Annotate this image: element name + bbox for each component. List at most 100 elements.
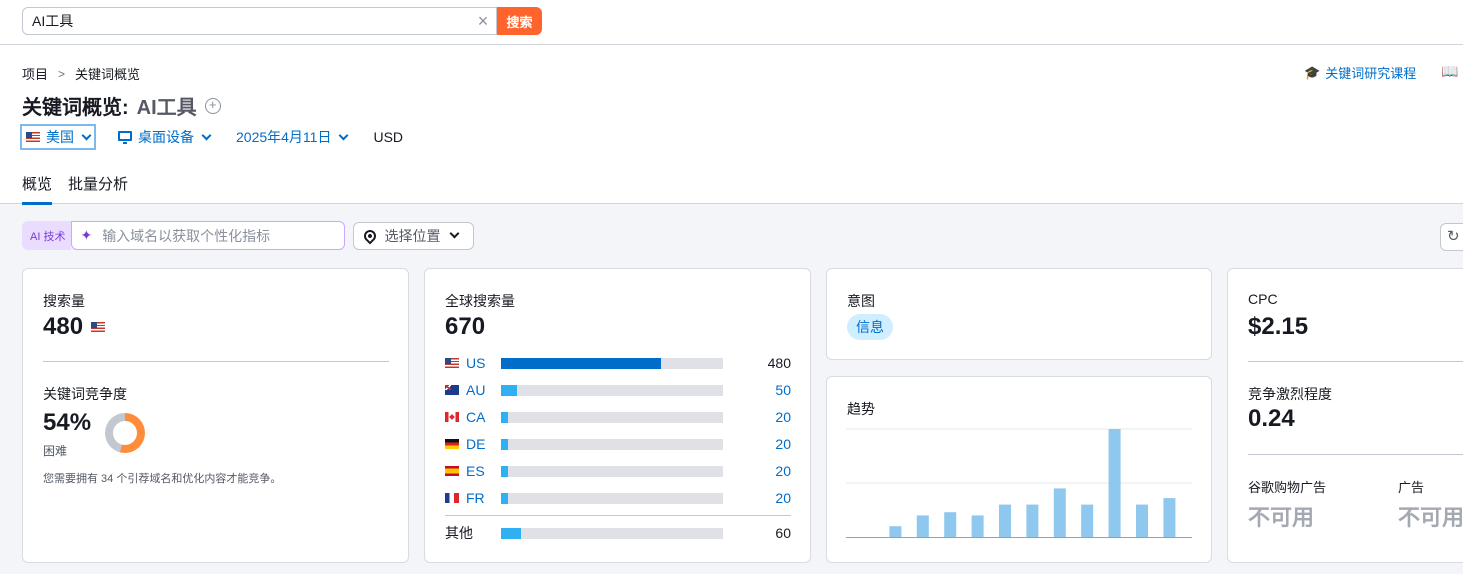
shopping-ads-label: 谷歌购物广告 [1248, 480, 1327, 495]
trend-bar[interactable] [999, 504, 1011, 537]
global-volume-card: 全球搜索量 670 US 480 AU 50 CA 20 DE 20 ES 20 FR 20 其他 6… [424, 268, 811, 563]
refresh-button[interactable]: ↻ [1440, 223, 1463, 251]
search-input[interactable]: AI工具 × [22, 7, 497, 35]
country-row-ca[interactable]: CA 20 [445, 408, 791, 426]
global-volume-label: 全球搜索量 [445, 293, 515, 309]
search-button[interactable]: 搜索 [497, 7, 542, 35]
intent-card: 意图 信息 [826, 268, 1212, 360]
country-row-de[interactable]: DE 20 [445, 435, 791, 453]
trend-bar[interactable] [944, 512, 957, 537]
country-bar-fill [501, 465, 508, 477]
country-bar-track [501, 465, 723, 477]
page-title-prefix: 关键词概览: [22, 97, 129, 119]
other-label: 其他 [445, 525, 473, 541]
competition-value: 0.24 [1248, 405, 1295, 432]
device-select[interactable]: 桌面设备 [118, 127, 212, 147]
trend-bar[interactable] [1108, 429, 1121, 537]
ai-domain-row: AI 技术 ✦ 输入域名以获取个性化指标 选择位置 [22, 221, 475, 250]
de-flag-icon [445, 439, 459, 449]
country-volume[interactable]: 20 [723, 436, 791, 452]
tab-bulk-analysis[interactable]: 批量分析 [68, 173, 128, 205]
country-bar-track [501, 527, 723, 539]
trend-bar[interactable] [916, 515, 929, 537]
country-code[interactable]: ES [466, 463, 501, 479]
other-value: 60 [775, 525, 791, 541]
tab-overview[interactable]: 概览 [22, 173, 53, 205]
country-volume[interactable]: 20 [723, 463, 791, 479]
country-bar-fill [501, 384, 517, 396]
book-icon[interactable]: 📖 [1441, 63, 1458, 80]
sparkle-icon: ✦ [80, 227, 93, 243]
country-bar-track [501, 411, 723, 423]
filter-bar: 美国 桌面设备 2025年4月11日 USD [20, 124, 403, 150]
country-bar-track [501, 357, 723, 369]
country-volume[interactable]: 20 [723, 490, 791, 506]
date-select[interactable]: 2025年4月11日 [236, 127, 349, 147]
country-code[interactable]: US [466, 355, 501, 371]
cpc-card: CPC $2.15 竞争激烈程度 0.24 谷歌购物广告 不可用 广告 不可用 [1227, 268, 1463, 563]
search-input-value[interactable]: AI工具 [23, 11, 470, 31]
country-code[interactable]: AU [466, 382, 501, 398]
add-circle-icon[interactable]: + [204, 97, 221, 114]
trend-bar[interactable] [971, 515, 984, 537]
divider [445, 515, 791, 516]
date-select-value: 2025年4月11日 [236, 129, 332, 145]
page-title: 关键词概览: AI工具 + [22, 91, 221, 120]
country-row-fr[interactable]: FR 20 [445, 489, 791, 507]
country-row-us[interactable]: US 480 [445, 354, 791, 372]
country-row-other: 其他 60 [445, 524, 791, 542]
trend-bar[interactable] [1053, 488, 1066, 537]
device-select-value: 桌面设备 [138, 129, 194, 145]
kd-value: 54% [43, 409, 92, 436]
search-volume-card: 搜索量 480 关键词竞争度 54% 困难 您需要拥有 34 个引荐域名和优化内… [22, 268, 409, 563]
trend-bar[interactable] [1136, 504, 1148, 537]
clear-icon[interactable]: × [470, 8, 496, 34]
country-code[interactable]: FR [466, 490, 501, 506]
country-row-es[interactable]: ES 20 [445, 462, 791, 480]
country-volume[interactable]: 50 [723, 382, 791, 398]
kd-label: 关键词竞争度 [43, 386, 127, 402]
chevron-down-icon [339, 130, 349, 140]
divider [1248, 361, 1463, 362]
us-flag-icon [26, 132, 40, 142]
country-select[interactable]: 美国 [20, 124, 96, 150]
trend-bar-chart [846, 428, 1192, 538]
trend-bar[interactable] [1163, 498, 1176, 537]
trend-bar[interactable] [1026, 504, 1039, 537]
page-title-keyword: AI工具 [136, 97, 197, 119]
breadcrumb: 项目 > 关键词概览 [22, 64, 140, 83]
country-select-value: 美国 [46, 129, 74, 145]
kd-note: 您需要拥有 34 个引荐域名和优化内容才能竞争。 [43, 473, 282, 485]
chevron-right-icon: > [58, 66, 66, 81]
cpc-label: CPC [1248, 291, 1278, 307]
country-code[interactable]: CA [466, 409, 501, 425]
breadcrumb-root[interactable]: 项目 [22, 64, 48, 83]
breadcrumb-current: 关键词概览 [75, 67, 141, 82]
kd-donut-chart [105, 413, 145, 453]
top-search-bar: AI工具 × 搜索 [0, 0, 1463, 45]
au-flag-icon [445, 385, 459, 395]
country-volume[interactable]: 20 [723, 409, 791, 425]
location-pin-icon [361, 227, 379, 244]
country-bar-track [501, 384, 723, 396]
domain-input[interactable]: ✦ 输入域名以获取个性化指标 [71, 221, 346, 250]
course-link-label: 关键词研究课程 [1325, 66, 1417, 81]
location-select[interactable]: 选择位置 [353, 221, 475, 250]
us-flag-icon [91, 322, 106, 332]
trend-bar[interactable] [1081, 504, 1094, 537]
ads-value: 不可用 [1398, 505, 1463, 530]
course-link[interactable]: 🎓 关键词研究课程 [1304, 63, 1416, 82]
currency-label: USD [373, 129, 404, 145]
country-code[interactable]: DE [466, 436, 501, 452]
search-volume-number: 480 [43, 313, 84, 340]
location-select-label: 选择位置 [384, 227, 441, 244]
tab-bar: 概览 批量分析 [22, 173, 128, 205]
country-row-au[interactable]: AU 50 [445, 381, 791, 399]
country-bar-fill [501, 527, 521, 539]
chevron-down-icon [81, 130, 92, 140]
chevron-down-icon [450, 228, 460, 239]
country-bar-track [501, 492, 723, 504]
page-header: 项目 > 关键词概览 🎓 关键词研究课程 📖 关键词概览: AI工具 + 美国 … [0, 45, 1463, 205]
trend-label: 趋势 [847, 401, 875, 417]
trend-bar[interactable] [889, 526, 902, 537]
